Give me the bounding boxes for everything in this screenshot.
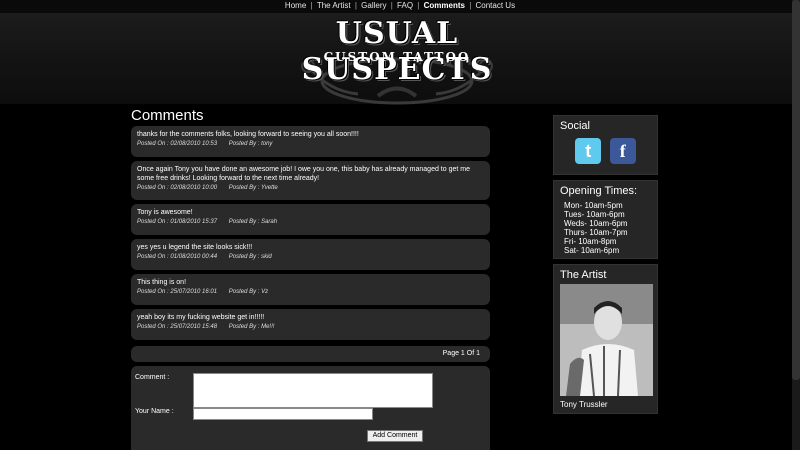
social-title: Social <box>560 120 590 132</box>
comment-text: yes yes u legend the site looks sick!!! <box>137 244 253 251</box>
opening-times-row: Fri- 10am-8pm <box>564 237 617 246</box>
comment-item: yeah boy its my fucking website get in!!… <box>131 309 490 340</box>
nav-separator: | <box>354 1 357 10</box>
comment-text: This thing is on! <box>137 279 187 286</box>
comment-author: Posted By : Sarah <box>228 219 278 225</box>
scrollbar-thumb[interactable] <box>792 0 800 380</box>
opening-times-row: Mon- 10am-5pm <box>564 201 623 210</box>
top-nav: Home | The Artist | Gallery | FAQ | Comm… <box>0 0 800 13</box>
opening-times-list: Mon- 10am-5pm Tues- 10am-6pm Weds- 10am-… <box>564 201 651 255</box>
comment-meta: Posted On : 01/08/2010 15:37 Posted By :… <box>137 219 484 225</box>
comment-meta: Posted On : 01/08/2010 00:44 Posted By :… <box>137 254 484 260</box>
nav-home[interactable]: Home <box>285 0 306 12</box>
comment-item: yes yes u legend the site looks sick!!! … <box>131 239 490 270</box>
comment-label: Comment : <box>135 374 170 381</box>
name-input[interactable] <box>193 408 373 420</box>
nav-the-artist[interactable]: The Artist <box>317 0 351 12</box>
header-banner: USUAL SUSPECTS CUSTOM TATTOO <box>0 13 800 106</box>
comment-text: thanks for the comments folks, looking f… <box>137 131 359 138</box>
comment-meta: Posted On : 02/08/2010 10:53 Posted By :… <box>137 141 484 147</box>
nav-separator: | <box>417 1 420 10</box>
artist-title: The Artist <box>560 269 607 281</box>
nav-gallery[interactable]: Gallery <box>361 0 386 12</box>
comment-meta: Posted On : 25/07/2010 16:01 Posted By :… <box>137 289 484 295</box>
comment-text: Once again Tony you have done an awesome… <box>137 166 470 182</box>
comment-item: This thing is on! Posted On : 25/07/2010… <box>131 274 490 305</box>
social-icons: t f <box>560 138 651 164</box>
comment-date: Posted On : 25/07/2010 15:48 <box>137 324 218 330</box>
comment-date: Posted On : 01/08/2010 00:44 <box>137 254 218 260</box>
nav-contact-us[interactable]: Contact Us <box>476 0 516 12</box>
comment-date: Posted On : 01/08/2010 15:37 <box>137 219 218 225</box>
social-panel: Social t f <box>553 115 658 175</box>
opening-times-row: Tues- 10am-6pm <box>564 210 625 219</box>
comment-text: yeah boy its my fucking website get in!!… <box>137 314 265 321</box>
comment-author: Posted By : Vz <box>228 289 269 295</box>
add-comment-button[interactable]: Add Comment <box>367 430 423 442</box>
comment-text: Tony is awesome! <box>137 209 193 216</box>
pagination: Page 1 Of 1 <box>131 346 490 362</box>
nav-separator: | <box>310 1 313 10</box>
facebook-icon[interactable]: f <box>609 138 636 164</box>
comment-author: Posted By : Yvette <box>228 185 278 191</box>
comment-item: thanks for the comments folks, looking f… <box>131 126 490 157</box>
comment-item: Tony is awesome! Posted On : 01/08/2010 … <box>131 204 490 235</box>
comment-meta: Posted On : 02/08/2010 10:00 Posted By :… <box>137 185 484 191</box>
twitter-icon[interactable]: t <box>575 138 602 164</box>
nav-comments[interactable]: Comments <box>424 0 465 12</box>
vertical-scrollbar[interactable] <box>792 0 800 450</box>
comment-date: Posted On : 02/08/2010 10:53 <box>137 141 218 147</box>
nav-faq[interactable]: FAQ <box>397 0 413 12</box>
opening-times-row: Weds- 10am-6pm <box>564 219 628 228</box>
artist-name: Tony Trussler <box>560 400 608 409</box>
artist-panel: The Artist Tony Trussler <box>553 264 658 414</box>
opening-times-title: Opening Times: <box>560 185 638 197</box>
comment-author: Posted By : skid <box>228 254 272 260</box>
logo-subtitle: CUSTOM TATTOO <box>323 50 471 64</box>
comment-textarea[interactable] <box>193 373 433 408</box>
comment-form: Comment : Your Name : Add Comment <box>131 366 490 450</box>
comment-author: Posted By : Me!!! <box>228 324 275 330</box>
artist-photo[interactable] <box>560 284 653 396</box>
name-label: Your Name : <box>135 408 174 415</box>
comment-item: Once again Tony you have done an awesome… <box>131 161 490 200</box>
comment-date: Posted On : 25/07/2010 16:01 <box>137 289 218 295</box>
page-title: Comments <box>131 107 204 124</box>
opening-times-panel: Opening Times: Mon- 10am-5pm Tues- 10am-… <box>553 180 658 259</box>
artist-portrait-icon <box>560 284 653 396</box>
comment-date: Posted On : 02/08/2010 10:00 <box>137 185 218 191</box>
nav-separator: | <box>390 1 393 10</box>
opening-times-row: Thurs- 10am-7pm <box>564 228 628 237</box>
comment-meta: Posted On : 25/07/2010 15:48 Posted By :… <box>137 324 484 330</box>
opening-times-row: Sat- 10am-6pm <box>564 246 620 255</box>
comment-author: Posted By : tony <box>228 141 273 147</box>
nav-separator: | <box>469 1 472 10</box>
site-logo[interactable]: USUAL SUSPECTS CUSTOM TATTOO <box>258 16 536 106</box>
